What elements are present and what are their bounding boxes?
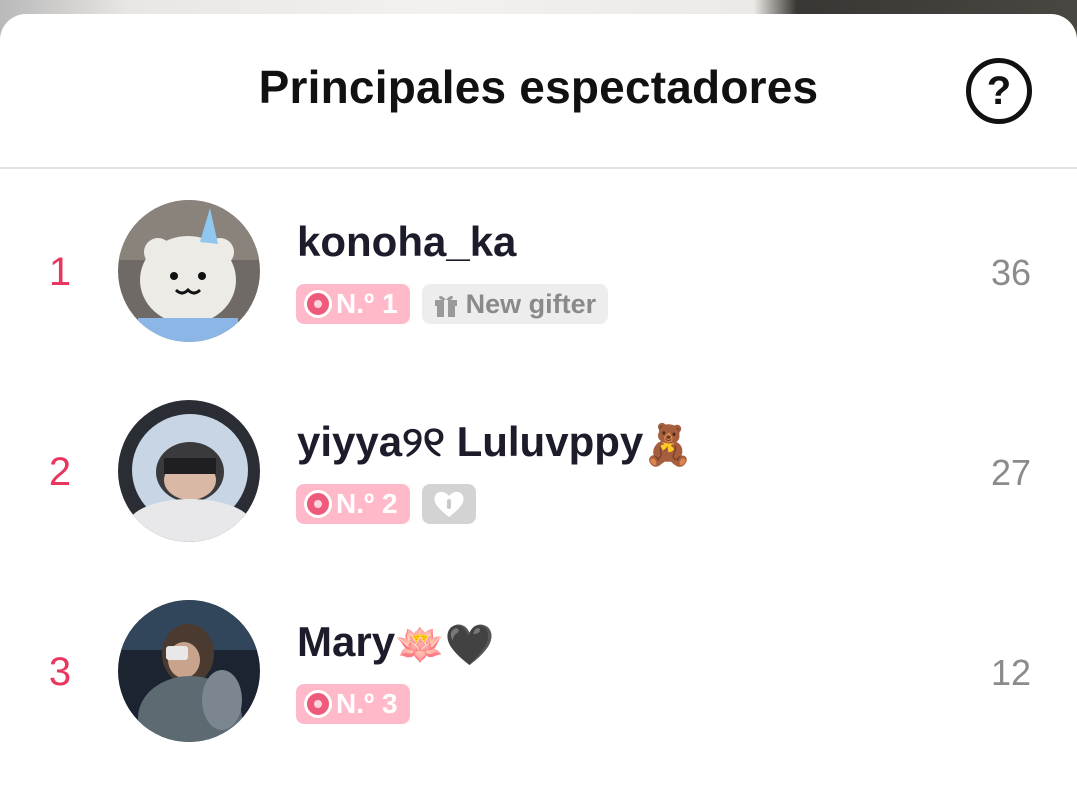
rank-number: 3 <box>48 650 72 694</box>
rank-number: 2 <box>48 450 72 494</box>
heart-lock-icon <box>421 484 476 524</box>
avatar[interactable] <box>118 400 260 542</box>
help-label: ? <box>986 68 1012 113</box>
medal-icon <box>304 290 332 318</box>
gift-icon <box>434 295 457 317</box>
lotus-heart-emoji: 🪷🖤 <box>395 622 495 669</box>
viewer-name-text: Mary <box>297 618 396 665</box>
list-item[interactable]: 2 yiyya୨୧ Luluvppy🧸 N.º 2 27 <box>0 400 1077 560</box>
top-viewers-sheet: Principales espectadores ? 1 konoha_ka N… <box>0 14 1077 786</box>
gift-badge-label: New gifter <box>465 288 597 319</box>
rank-badge: N.º 2 <box>296 484 410 524</box>
rank-badge-label: N.º 3 <box>336 688 398 719</box>
new-gifter-badge: New gifter <box>421 284 609 324</box>
rank-badge-label: N.º 2 <box>336 488 398 519</box>
score-value: 36 <box>990 252 1031 293</box>
avatar[interactable] <box>118 600 260 742</box>
score-value: 27 <box>990 452 1031 493</box>
list-item[interactable]: 1 konoha_ka N.º 1 New gifter 36 <box>0 200 1077 360</box>
question-circle-icon[interactable]: ? <box>966 58 1032 124</box>
sheet-header: Principales espectadores ? <box>0 14 1077 169</box>
viewer-name: yiyya୨୧ Luluvppy🧸 <box>297 418 693 468</box>
medal-icon <box>304 490 332 518</box>
viewer-name-text: yiyya୨୧ Luluvppy <box>297 418 644 465</box>
avatar[interactable] <box>118 200 260 342</box>
viewer-name: Mary🪷🖤 <box>297 618 495 668</box>
medal-icon <box>304 690 332 718</box>
rank-badge-label: N.º 1 <box>336 288 398 319</box>
rank-badge: N.º 1 <box>296 284 410 324</box>
badge-group: N.º 2 <box>296 484 476 524</box>
rank-badge: N.º 3 <box>296 684 410 724</box>
badge-group: N.º 1 New gifter <box>296 284 609 324</box>
teddy-bear-emoji: 🧸 <box>643 422 694 469</box>
page-title: Principales espectadores <box>258 61 819 113</box>
rank-number: 1 <box>48 250 72 294</box>
score-value: 12 <box>990 652 1031 693</box>
viewer-name: konoha_ka <box>297 218 517 265</box>
badge-group: N.º 3 <box>296 684 410 724</box>
list-item[interactable]: 3 Mary🪷🖤 N.º 3 12 <box>0 600 1077 760</box>
